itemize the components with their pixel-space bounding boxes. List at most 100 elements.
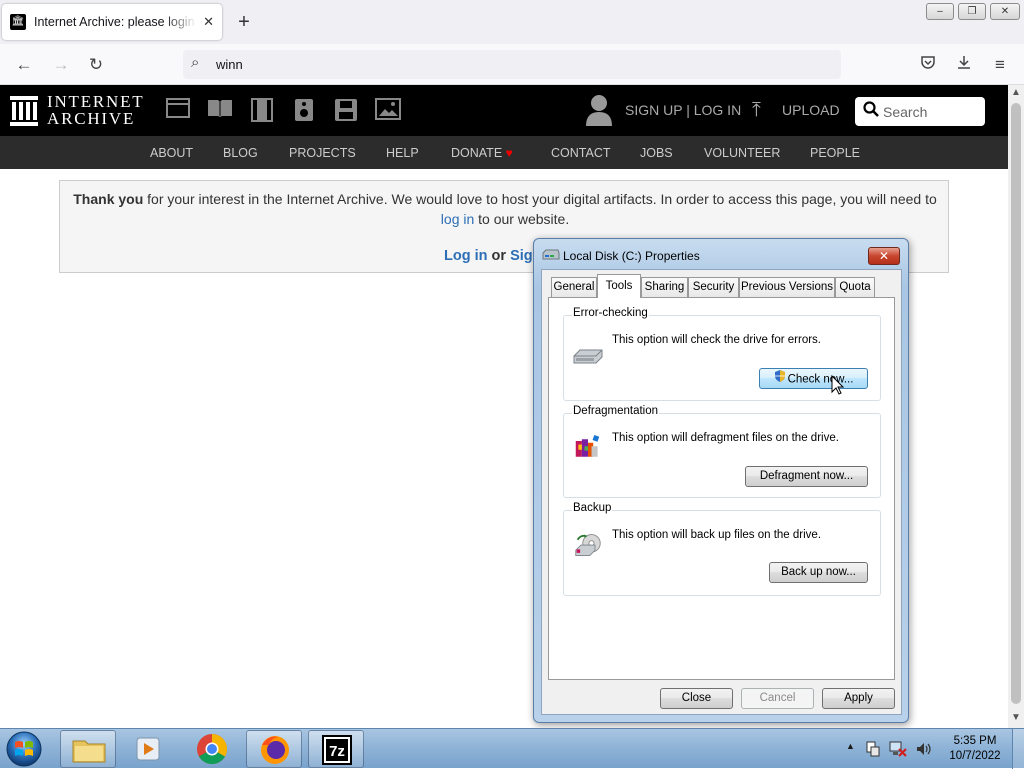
- notice-login-link[interactable]: log in: [441, 211, 474, 227]
- page-scrollbar[interactable]: ▲ ▼: [1008, 85, 1024, 728]
- error-checking-text: This option will check the drive for err…: [612, 334, 821, 346]
- logo-line2: ARCHIVE: [47, 109, 136, 128]
- check-now-button[interactable]: Check now...: [759, 368, 868, 389]
- search-icon: ⌕: [191, 54, 200, 71]
- dialog-title: Local Disk (C:) Properties: [563, 249, 700, 263]
- url-input[interactable]: winn: [216, 57, 243, 72]
- menu-icon[interactable]: ≡: [989, 54, 1011, 76]
- apply-button[interactable]: Apply: [822, 688, 895, 709]
- defragment-icon: [575, 435, 600, 457]
- network-icon[interactable]: [889, 741, 907, 757]
- chrome-icon[interactable]: [184, 730, 240, 768]
- mouse-cursor-icon: [831, 375, 844, 395]
- upload-link[interactable]: UPLOAD: [782, 102, 840, 118]
- images-icon[interactable]: [375, 98, 401, 124]
- video-icon[interactable]: [249, 98, 275, 124]
- tools-tab-panel: Error-checking This option will check th…: [548, 297, 895, 680]
- search-icon: [863, 101, 879, 122]
- menu-contact[interactable]: CONTACT: [551, 146, 611, 160]
- dialog-close-icon[interactable]: ✕: [868, 247, 900, 265]
- tab-sharing[interactable]: Sharing: [641, 277, 688, 297]
- windows-explorer-icon[interactable]: [60, 730, 116, 768]
- tab-security[interactable]: Security: [688, 277, 739, 297]
- reload-icon[interactable]: ↻: [85, 54, 107, 76]
- tab-previous-versions[interactable]: Previous Versions: [739, 277, 835, 297]
- shield-icon: [774, 369, 786, 390]
- restore-button[interactable]: ❐: [958, 3, 986, 20]
- software-icon[interactable]: [333, 98, 359, 124]
- archive-icon: 🏛︎: [10, 14, 26, 30]
- clock-date: 10/7/2022: [949, 750, 1001, 762]
- window-close-button[interactable]: ✕: [990, 3, 1020, 20]
- menu-volunteer[interactable]: VOLUNTEER: [704, 146, 780, 160]
- ia-search-input[interactable]: Search: [883, 104, 927, 120]
- scroll-thumb[interactable]: [1011, 103, 1021, 704]
- menu-about[interactable]: ABOUT: [150, 146, 193, 160]
- show-desktop-button[interactable]: [1012, 729, 1024, 769]
- dialog-body: General Tools Sharing Security Previous …: [541, 269, 902, 715]
- menu-projects[interactable]: PROJECTS: [289, 146, 356, 160]
- notice-text-2: to our website.: [474, 211, 570, 227]
- ia-logo-text[interactable]: INTERNET ARCHIVE: [47, 93, 145, 127]
- tab-quota[interactable]: Quota: [835, 277, 875, 297]
- cancel-button[interactable]: Cancel: [741, 688, 814, 709]
- show-hidden-icons-icon[interactable]: ▲: [846, 741, 855, 751]
- back-up-now-button[interactable]: Back up now...: [769, 562, 868, 583]
- notice-bold: Thank you: [73, 191, 144, 207]
- user-icon[interactable]: [586, 94, 612, 126]
- new-tab-button[interactable]: +: [232, 10, 256, 34]
- audio-icon[interactable]: [291, 98, 317, 124]
- start-button[interactable]: [4, 730, 44, 768]
- clock[interactable]: 5:35 PM 10/7/2022: [940, 734, 1010, 764]
- notice-text: Thank you for your interest in the Inter…: [60, 189, 950, 229]
- ia-logo-icon[interactable]: [10, 93, 38, 127]
- clock-time: 5:35 PM: [953, 735, 997, 747]
- hard-drive-icon: [573, 349, 603, 364]
- heart-icon: ♥: [505, 146, 513, 160]
- upload-icon[interactable]: ⤒: [752, 99, 761, 122]
- scroll-down-icon[interactable]: ▼: [1008, 712, 1024, 726]
- 7zip-icon[interactable]: 7z: [308, 730, 364, 768]
- ia-header: INTERNET ARCHIVE SIGN UP | LOG IN ⤒ UPLO…: [0, 85, 1008, 136]
- svg-text:7z: 7z: [329, 743, 345, 760]
- error-checking-label: Error-checking: [572, 307, 649, 319]
- taskbar: 7z ▲ 5:35 PM 10/7/2022: [0, 728, 1024, 769]
- url-bar[interactable]: ⌕ winn: [183, 50, 841, 79]
- tab-general[interactable]: General: [551, 277, 597, 297]
- back-icon[interactable]: ←: [13, 54, 35, 76]
- backup-group: Backup This option will back up files on…: [563, 502, 881, 596]
- menu-help[interactable]: HELP: [386, 146, 419, 160]
- forward-icon[interactable]: →: [50, 54, 72, 76]
- login-link[interactable]: Log in: [444, 248, 488, 264]
- defragmentation-group: Defragmentation This option will defragm…: [563, 405, 881, 498]
- action-center-icon[interactable]: [865, 741, 881, 757]
- download-icon[interactable]: [953, 54, 975, 76]
- firefox-icon[interactable]: [246, 730, 302, 768]
- defragment-now-button[interactable]: Defragment now...: [745, 466, 868, 487]
- menu-people[interactable]: PEOPLE: [810, 146, 860, 160]
- volume-icon[interactable]: [915, 741, 933, 757]
- menu-jobs[interactable]: JOBS: [640, 146, 673, 160]
- browser-tab[interactable]: 🏛︎ Internet Archive: please login or ✕: [2, 4, 222, 40]
- menu-blog[interactable]: BLOG: [223, 146, 258, 160]
- backup-label: Backup: [572, 502, 613, 514]
- logo-line1: INTERNET: [47, 92, 145, 111]
- drive-icon: [542, 249, 560, 260]
- scroll-up-icon[interactable]: ▲: [1008, 87, 1024, 101]
- media-player-icon[interactable]: [120, 730, 176, 768]
- tab-close-icon[interactable]: ✕: [203, 14, 214, 30]
- ia-search-box[interactable]: Search: [855, 97, 985, 126]
- menu-donate[interactable]: DONATE ♥: [451, 146, 513, 160]
- signup-login-link[interactable]: SIGN UP | LOG IN: [625, 102, 741, 118]
- tab-tools[interactable]: Tools: [597, 274, 641, 298]
- pocket-icon[interactable]: [917, 54, 939, 76]
- ia-menu-bar: ABOUT BLOG PROJECTS HELP DONATE ♥ CONTAC…: [0, 136, 1008, 169]
- texts-icon[interactable]: [207, 98, 233, 124]
- close-button[interactable]: Close: [660, 688, 733, 709]
- signup-link[interactable]: Sig: [510, 248, 533, 264]
- defragmentation-text: This option will defragment files on the…: [612, 432, 839, 444]
- browser-nav-bar: ← → ↻ ⌕ winn ≡: [0, 44, 1024, 85]
- notice-text-1: for your interest in the Internet Archiv…: [143, 191, 937, 207]
- web-icon[interactable]: [165, 98, 191, 124]
- minimize-button[interactable]: –: [926, 3, 954, 20]
